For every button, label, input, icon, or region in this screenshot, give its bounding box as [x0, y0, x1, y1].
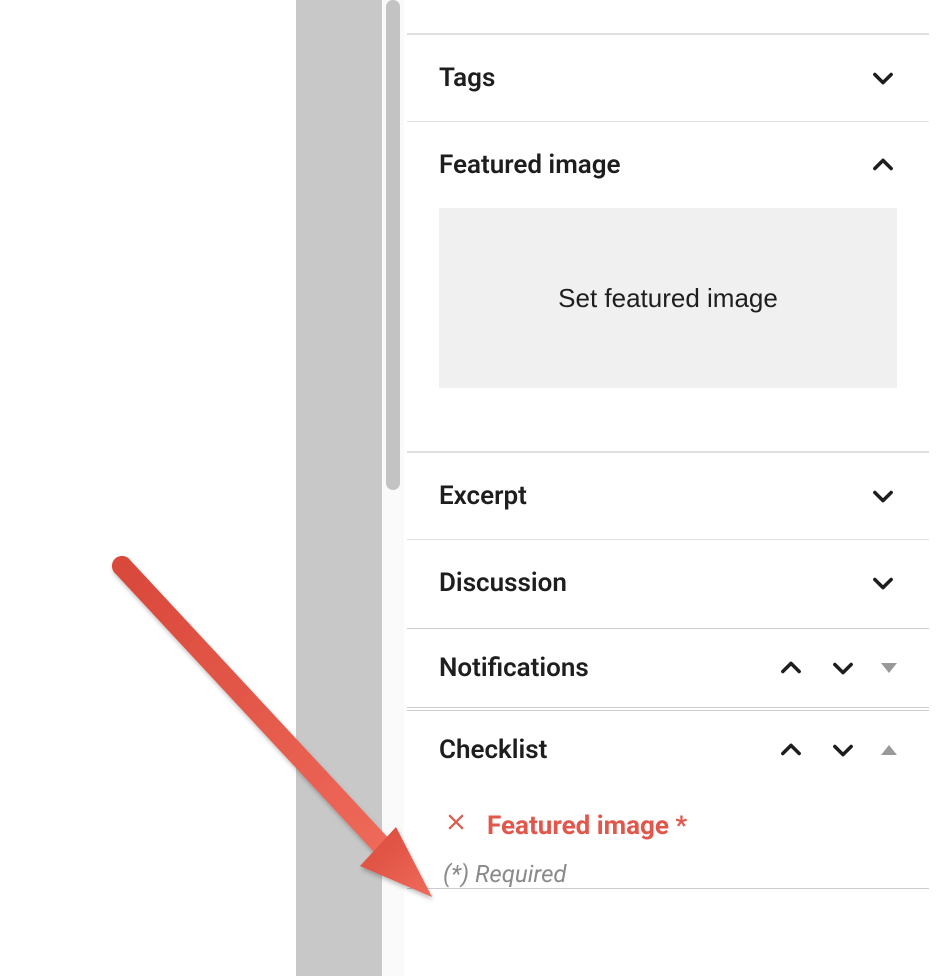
- move-down-icon[interactable]: [829, 654, 857, 682]
- settings-sidebar: Tags Featured image Set featured image E…: [407, 0, 929, 976]
- chevron-up-icon: [869, 151, 897, 179]
- panel-notifications-title: Notifications: [439, 653, 589, 683]
- panel-checklist-title: Checklist: [439, 735, 547, 765]
- checklist-required-note: (*) Required: [407, 860, 929, 888]
- panel-discussion-title: Discussion: [439, 568, 567, 598]
- set-featured-image-button[interactable]: Set featured image: [439, 208, 897, 388]
- checklist-item: Featured image *: [443, 809, 893, 842]
- panel-discussion-toggle[interactable]: Discussion: [407, 540, 929, 626]
- panel-tags-toggle[interactable]: Tags: [407, 35, 929, 121]
- collapse-triangle-icon[interactable]: [881, 745, 897, 755]
- panel-featured-image-toggle[interactable]: Featured image: [407, 122, 929, 208]
- panel-excerpt: Excerpt: [407, 452, 929, 539]
- checklist-item-label: Featured image *: [487, 811, 687, 841]
- content-gutter: [296, 0, 382, 976]
- panel-checklist-toggle[interactable]: Checklist: [407, 711, 929, 789]
- panel-featured-image: Featured image Set featured image: [407, 121, 929, 428]
- chevron-down-icon: [869, 569, 897, 597]
- collapse-triangle-icon[interactable]: [881, 663, 897, 673]
- panel-tags-title: Tags: [439, 63, 495, 93]
- panel-notifications-toggle[interactable]: Notifications: [407, 629, 929, 707]
- chevron-down-icon: [869, 482, 897, 510]
- checklist-body: Featured image *: [407, 789, 929, 842]
- panel-discussion: Discussion: [407, 539, 929, 626]
- panel-featured-image-body: Set featured image: [407, 208, 929, 428]
- move-down-icon[interactable]: [829, 736, 857, 764]
- panel-divider: [407, 428, 929, 452]
- panel-notifications: Notifications: [407, 628, 929, 708]
- x-icon: [443, 809, 469, 842]
- panel-excerpt-title: Excerpt: [439, 481, 527, 511]
- panel-edge: [407, 0, 929, 34]
- panel-checklist: Checklist Featured image * (*) Required: [407, 710, 929, 889]
- right-edge: [930, 0, 952, 976]
- panel-tags: Tags: [407, 34, 929, 121]
- panel-excerpt-toggle[interactable]: Excerpt: [407, 453, 929, 539]
- scrollbar-thumb[interactable]: [386, 0, 400, 490]
- chevron-down-icon: [869, 64, 897, 92]
- panel-featured-image-title: Featured image: [439, 150, 621, 180]
- move-up-icon[interactable]: [777, 736, 805, 764]
- move-up-icon[interactable]: [777, 654, 805, 682]
